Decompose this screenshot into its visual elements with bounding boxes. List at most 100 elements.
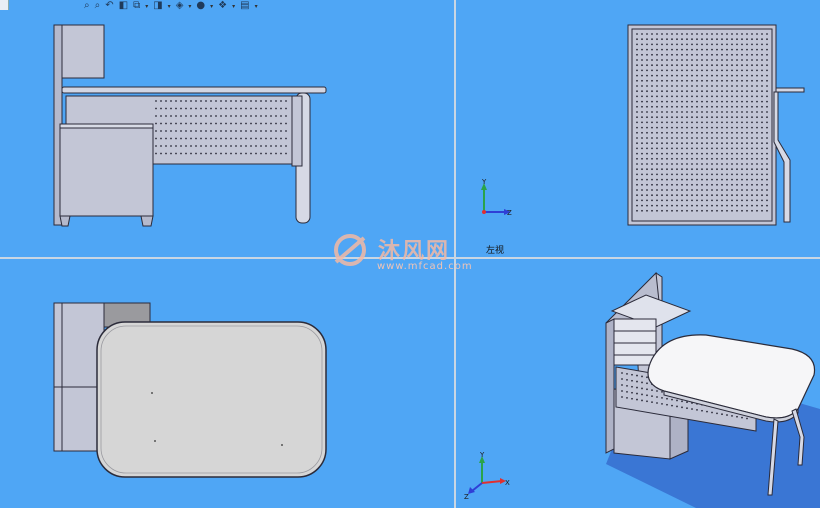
- perforation-hole: [671, 194, 673, 197]
- perforation-hole: [766, 183, 768, 186]
- perforation-hole: [220, 122, 222, 125]
- perforation-hole: [711, 53, 713, 56]
- perforation-hole: [691, 100, 693, 103]
- perforation-hole: [671, 33, 673, 35]
- perforation-hole: [696, 48, 698, 51]
- perforation-hole: [681, 173, 683, 176]
- perforation-hole: [691, 168, 693, 171]
- viewport-right[interactable]: Y Z 左视: [456, 0, 820, 257]
- perforation-hole: [641, 183, 643, 186]
- perforation-hole: [761, 64, 763, 67]
- perforation-hole: [666, 79, 668, 82]
- triad-y-label: Y: [481, 178, 487, 186]
- perforation-hole: [235, 152, 237, 155]
- perforation-hole: [160, 115, 162, 117]
- perforation-hole: [751, 53, 753, 56]
- perforation-hole: [651, 131, 653, 134]
- perforation-hole: [210, 107, 212, 110]
- perforation-hole: [706, 142, 708, 145]
- perforation-hole: [696, 209, 698, 212]
- perforation-hole: [270, 152, 272, 155]
- perforation-hole: [716, 189, 718, 191]
- perforation-hole: [711, 64, 713, 67]
- perforation-hole: [671, 48, 673, 51]
- perforation-hole: [746, 152, 748, 155]
- perforation-hole: [766, 168, 768, 171]
- perforation-hole: [721, 85, 723, 87]
- perforation-hole: [646, 137, 648, 139]
- perforation-hole: [676, 194, 678, 197]
- perforation-hole: [676, 43, 678, 46]
- viewport-front[interactable]: [0, 0, 454, 257]
- perforation-hole: [701, 142, 703, 145]
- perforation-hole: [716, 100, 718, 103]
- perforation-hole: [741, 183, 743, 186]
- perforation-hole: [170, 152, 172, 155]
- perforation-hole: [746, 209, 748, 212]
- perforation-hole: [736, 168, 738, 171]
- perforation-hole: [741, 142, 743, 145]
- perforation-hole: [741, 116, 743, 119]
- perforation-hole: [651, 105, 653, 108]
- perforation-hole: [726, 48, 728, 51]
- perforation-hole: [656, 396, 658, 398]
- perforation-hole: [676, 152, 678, 155]
- perforation-hole: [641, 53, 643, 56]
- perforation-hole: [175, 152, 177, 155]
- perforation-hole: [691, 64, 693, 67]
- perforation-hole: [245, 100, 247, 102]
- perforation-hole: [701, 121, 703, 124]
- perforation-hole: [746, 121, 748, 124]
- watermark-logo-icon: [334, 234, 366, 266]
- perforation-hole: [661, 59, 663, 61]
- perforation-hole: [190, 115, 192, 117]
- viewport-top[interactable]: [0, 259, 454, 508]
- perforation-hole: [170, 122, 172, 125]
- perforation-hole: [210, 145, 212, 147]
- perforation-hole: [656, 204, 658, 207]
- perforation-hole: [626, 378, 628, 381]
- perforation-hole: [641, 173, 643, 176]
- perforation-hole: [741, 105, 743, 108]
- perforation-hole: [265, 152, 267, 155]
- perforation-hole: [230, 130, 232, 132]
- perforation-hole: [691, 90, 693, 93]
- perforation-hole: [240, 107, 242, 110]
- perforation-hole: [641, 116, 643, 119]
- perforation-hole: [686, 137, 688, 139]
- perforation-hole: [756, 157, 758, 160]
- perforation-hole: [265, 100, 267, 102]
- perforation-hole: [761, 137, 763, 139]
- perforation-hole: [646, 157, 648, 160]
- perforation-hole: [175, 130, 177, 132]
- perforation-hole: [751, 85, 753, 87]
- perforation-hole: [641, 90, 643, 93]
- perforation-hole: [746, 173, 748, 176]
- perforation-hole: [656, 85, 658, 87]
- perforation-hole: [651, 199, 653, 202]
- perforation-hole: [751, 137, 753, 139]
- perforation-hole: [636, 386, 638, 389]
- perforation-hole: [255, 107, 257, 110]
- perforation-hole: [686, 95, 688, 98]
- perforation-hole: [641, 69, 643, 72]
- perforation-hole: [746, 59, 748, 61]
- perforation-hole: [706, 33, 708, 35]
- perforation-hole: [636, 74, 638, 77]
- perforation-hole: [636, 48, 638, 51]
- perforation-hole: [641, 85, 643, 87]
- perforation-hole: [255, 130, 257, 132]
- perforation-hole: [766, 48, 768, 51]
- viewport-isometric[interactable]: Y X Z: [456, 259, 820, 508]
- perforation-hole: [716, 95, 718, 98]
- drawer-cabinet: [59, 123, 154, 217]
- perforation-hole: [756, 100, 758, 103]
- perforation-hole: [751, 157, 753, 160]
- perforation-hole: [666, 111, 668, 113]
- perforation-hole: [190, 145, 192, 147]
- perforation-hole: [210, 152, 212, 155]
- perforation-hole: [676, 157, 678, 160]
- perforation-hole: [681, 59, 683, 61]
- perforation-hole: [250, 130, 252, 132]
- perforation-hole: [726, 189, 728, 191]
